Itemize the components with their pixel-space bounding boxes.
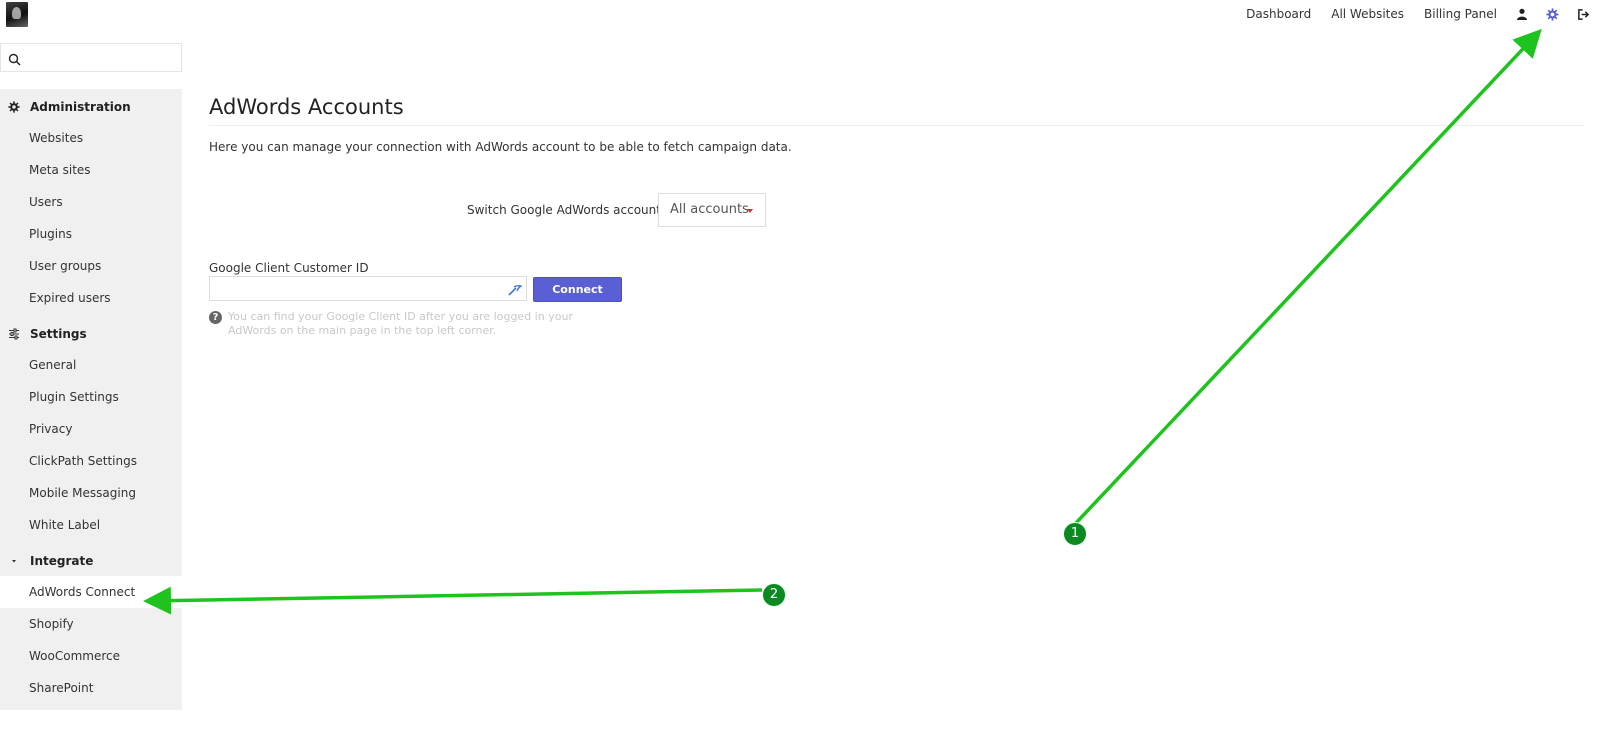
sidebar-item-clickpath-settings[interactable]: ClickPath Settings bbox=[0, 445, 182, 477]
sidebar-item-plugins[interactable]: Plugins bbox=[0, 218, 182, 250]
customer-id-field[interactable] bbox=[209, 276, 527, 301]
section-settings[interactable]: Settings bbox=[0, 319, 182, 349]
search-box[interactable] bbox=[0, 43, 182, 72]
sidebar-menu: Administration Websites Meta sites Users… bbox=[0, 89, 182, 710]
sidebar-item-privacy[interactable]: Privacy bbox=[0, 413, 182, 445]
search-icon bbox=[8, 51, 21, 66]
sidebar-item-adwords-connect[interactable]: AdWords Connect bbox=[0, 576, 182, 608]
logo[interactable] bbox=[6, 2, 28, 27]
sidebar-item-user-groups[interactable]: User groups bbox=[0, 250, 182, 282]
section-integrate[interactable]: Integrate bbox=[0, 546, 182, 576]
caret-down-icon bbox=[747, 209, 753, 213]
title-divider bbox=[209, 125, 1584, 126]
customer-id-label: Google Client Customer ID bbox=[209, 261, 369, 275]
sidebar-item-woocommerce[interactable]: WooCommerce bbox=[0, 640, 182, 672]
sidebar-item-white-label[interactable]: White Label bbox=[0, 509, 182, 541]
connect-button[interactable]: Connect bbox=[533, 277, 622, 302]
sidebar-item-sharepoint[interactable]: SharePoint bbox=[0, 672, 182, 704]
account-dropdown[interactable]: All accounts bbox=[658, 193, 766, 227]
search-input[interactable] bbox=[25, 47, 175, 68]
gear-icon bbox=[7, 101, 20, 114]
account-dropdown-value: All accounts bbox=[670, 202, 749, 217]
help-text: You can find your Google Client ID after… bbox=[228, 310, 573, 337]
intro-text: Here you can manage your connection with… bbox=[209, 140, 792, 154]
switch-account-label: Switch Google AdWords account: bbox=[467, 203, 665, 217]
main-content: AdWords Accounts Here you can manage you… bbox=[209, 0, 1589, 731]
sidebar-item-websites[interactable]: Websites bbox=[0, 122, 182, 154]
section-label: Integrate bbox=[30, 554, 94, 568]
section-label: Administration bbox=[30, 100, 131, 114]
sliders-icon bbox=[7, 328, 20, 341]
sidebar-item-mobile-messaging[interactable]: Mobile Messaging bbox=[0, 477, 182, 509]
annotation-badge-2: 2 bbox=[762, 583, 786, 607]
page-title: AdWords Accounts bbox=[209, 95, 404, 119]
section-label: Settings bbox=[30, 327, 87, 341]
help-icon: ? bbox=[209, 311, 222, 324]
annotation-badge-1: 1 bbox=[1063, 522, 1087, 546]
sidebar-item-plugin-settings[interactable]: Plugin Settings bbox=[0, 381, 182, 413]
autofill-key-icon[interactable] bbox=[508, 282, 523, 296]
section-administration[interactable]: Administration bbox=[0, 92, 182, 122]
sidebar-item-general[interactable]: General bbox=[0, 349, 182, 381]
sidebar: Administration Websites Meta sites Users… bbox=[0, 43, 182, 710]
sidebar-item-shopify[interactable]: Shopify bbox=[0, 608, 182, 640]
customer-id-input[interactable] bbox=[210, 277, 500, 300]
sidebar-item-users[interactable]: Users bbox=[0, 186, 182, 218]
caret-down-icon bbox=[7, 555, 20, 568]
sidebar-item-meta-sites[interactable]: Meta sites bbox=[0, 154, 182, 186]
sidebar-item-expired-users[interactable]: Expired users bbox=[0, 282, 182, 314]
